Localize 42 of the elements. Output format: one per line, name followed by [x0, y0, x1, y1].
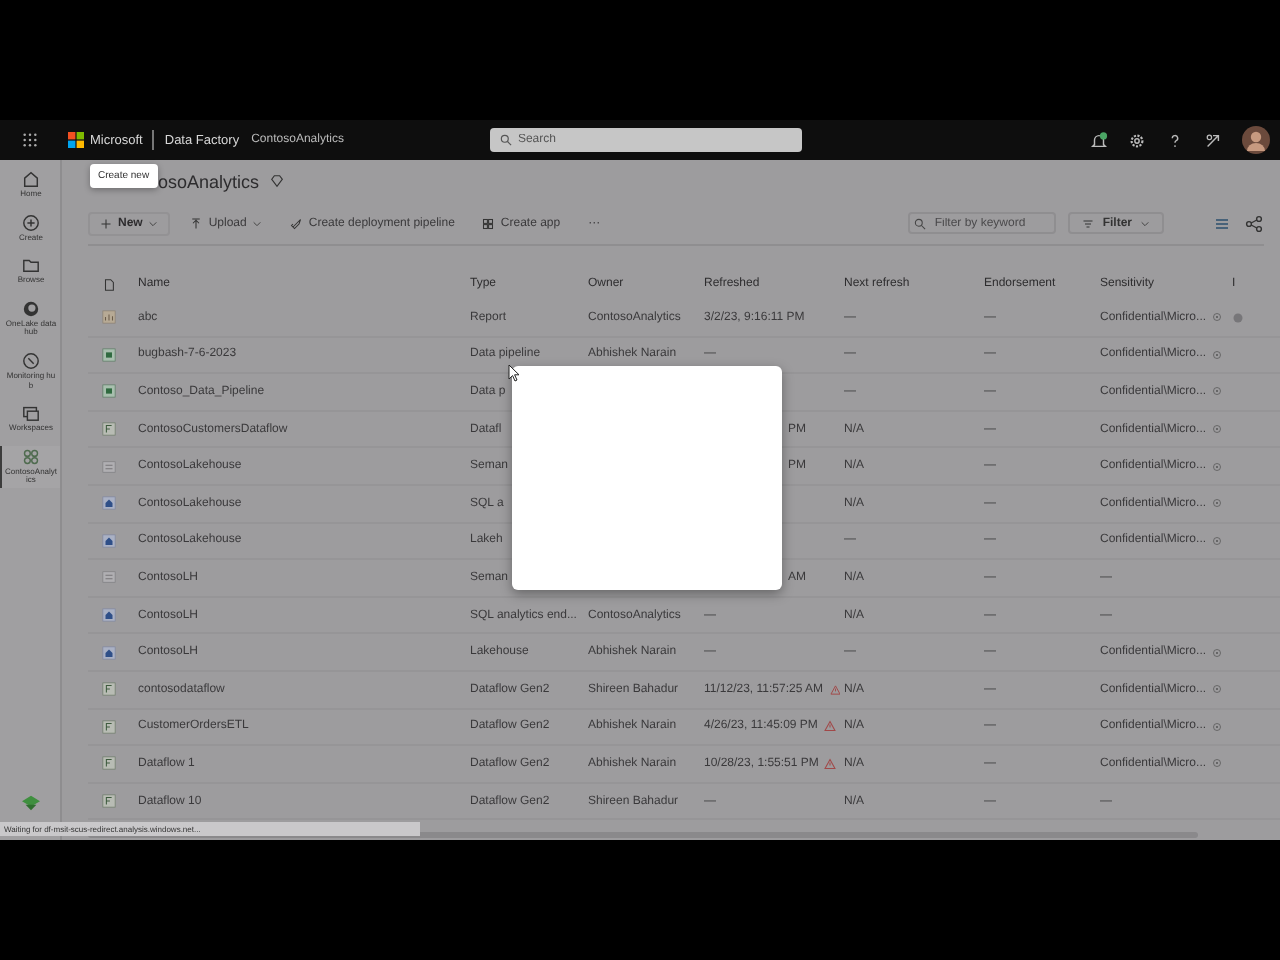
report-item-icon [101, 310, 115, 325]
workspaces-icon [22, 404, 40, 423]
pipeline-item-icon [101, 347, 115, 362]
lineage-icon[interactable] [1244, 213, 1264, 233]
dataflow-item-icon [101, 719, 115, 734]
mouse-pointer-icon [508, 364, 520, 382]
monitor-icon [22, 351, 40, 370]
settings-icon[interactable] [1128, 131, 1146, 149]
diamond-icon [269, 174, 284, 188]
bell-icon[interactable] [1090, 131, 1108, 149]
home-icon [22, 170, 40, 188]
lakehouse-item-icon [101, 533, 115, 548]
dataflow-item-icon [101, 756, 115, 771]
help-icon[interactable] [1166, 131, 1184, 149]
workspace-icon [22, 447, 40, 466]
lakehouse-item-icon [101, 608, 115, 623]
workspace-title: osoAnalytics [158, 171, 260, 191]
avatar-icon[interactable] [1242, 126, 1270, 154]
upload-icon [190, 217, 203, 229]
dataflow-item-icon [101, 794, 115, 809]
pipeline-item-icon [101, 384, 115, 399]
app-launcher-icon[interactable] [22, 132, 38, 148]
browse-icon [22, 256, 40, 275]
app-grid-icon [482, 217, 495, 229]
search-icon [499, 134, 512, 146]
plus-icon [100, 217, 112, 229]
share-icon[interactable] [1204, 131, 1222, 149]
semantic-item-icon [101, 570, 115, 585]
lakehouse-item-icon [101, 496, 115, 511]
four-squares-logo-icon [68, 132, 84, 148]
hub-icon [22, 299, 40, 318]
filter-icon [1082, 217, 1095, 229]
dataflow-item-icon [101, 422, 115, 437]
semantic-item-icon [101, 459, 115, 474]
search-icon [914, 217, 927, 229]
dataflow-item-icon [101, 682, 115, 697]
file-icon [101, 277, 115, 291]
chevron-down-icon [252, 219, 263, 227]
lakehouse-item-icon [101, 645, 115, 660]
chevron-down-icon [148, 219, 159, 227]
create-icon [22, 213, 40, 232]
chevron-down-icon [1140, 219, 1150, 227]
